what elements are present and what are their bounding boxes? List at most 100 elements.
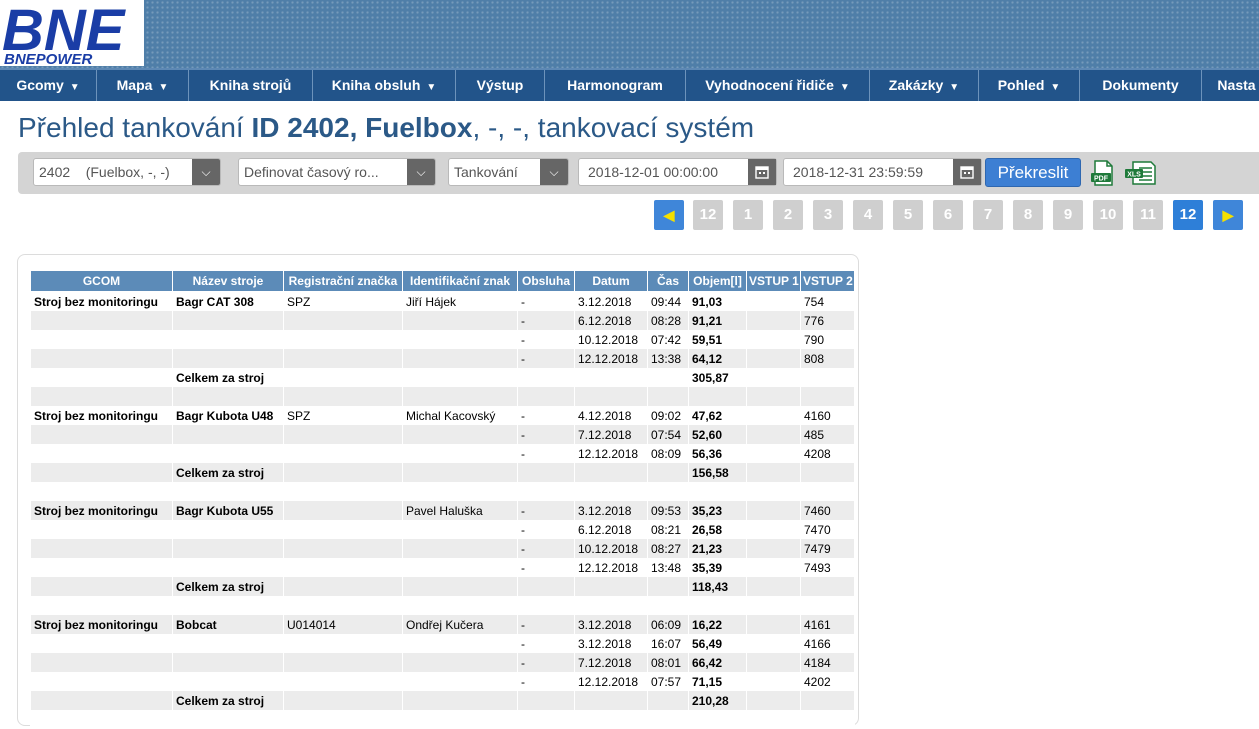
table-cell — [746, 520, 801, 539]
table-row: Celkem za stroj 305,87 — [30, 368, 855, 387]
column-header[interactable]: Obsluha — [517, 270, 575, 292]
table-cell: 12.12.2018 — [574, 444, 648, 463]
table-cell: 808 — [800, 349, 855, 368]
calendar-icon[interactable] — [748, 159, 776, 185]
table-cell: 07:54 — [647, 425, 689, 444]
next-page-arrow-icon[interactable]: ▶ — [1213, 200, 1243, 230]
page-2[interactable]: 2 — [773, 200, 803, 230]
nav-item-label: Mapa — [116, 77, 153, 93]
table-cell — [746, 710, 801, 729]
table-cell: 21,23 — [688, 539, 747, 558]
table-cell: - — [517, 520, 575, 539]
table-cell — [283, 558, 403, 577]
table-cell: 7460 — [800, 501, 855, 520]
column-header[interactable]: Objem[l] — [688, 270, 747, 292]
table-cell — [688, 596, 747, 615]
nav-item-1[interactable]: Mapa ▼ — [97, 70, 189, 101]
page-5[interactable]: 5 — [893, 200, 923, 230]
xls-export-icon[interactable]: XLS — [1124, 160, 1156, 191]
table-cell — [647, 691, 689, 710]
table-cell — [746, 330, 801, 349]
page-4[interactable]: 4 — [853, 200, 883, 230]
table-cell: 47,62 — [688, 406, 747, 425]
page-9[interactable]: 9 — [1053, 200, 1083, 230]
page-12[interactable]: 12 — [1173, 200, 1203, 230]
page-first[interactable]: 12 — [693, 200, 723, 230]
nav-item-label: Nasta — [1217, 77, 1256, 93]
table-cell — [746, 291, 801, 311]
column-header[interactable]: VSTUP 1 — [746, 270, 801, 292]
column-header[interactable]: Název stroje — [172, 270, 284, 292]
date-to-field[interactable]: 2018-12-31 23:59:59 — [783, 158, 982, 186]
table-row: Stroj bez monitoringu Bagr CAT 308 SPZ Jiří… — [30, 291, 855, 311]
table-cell — [402, 596, 518, 615]
page-10[interactable]: 10 — [1093, 200, 1123, 230]
table-cell — [800, 710, 855, 729]
column-header[interactable]: Čas — [647, 270, 689, 292]
page-6[interactable]: 6 — [933, 200, 963, 230]
chevron-down-icon[interactable]: ⌵ — [407, 159, 435, 185]
table-row: -10.12.2018 07:42 59,51 790 — [30, 330, 855, 349]
table-cell: 4160 — [800, 406, 855, 425]
nav-item-6[interactable]: Vyhodnocení řidiče ▼ — [686, 70, 870, 101]
table-row: Celkem za stroj 156,58 — [30, 463, 855, 482]
column-header[interactable]: VSTUP 2 — [800, 270, 855, 292]
table-cell — [30, 520, 173, 539]
type-select[interactable]: Tankování ⌵ — [448, 158, 569, 186]
nav-item-0[interactable]: Gcomy ▼ — [0, 70, 97, 101]
table-cell — [283, 482, 403, 501]
table-cell: Celkem za stroj — [172, 368, 284, 387]
date-from-field[interactable]: 2018-12-01 00:00:00 — [578, 158, 777, 186]
time-range-select[interactable]: Definovat časový ro... ⌵ — [238, 158, 436, 186]
table-cell — [574, 387, 648, 406]
nav-item-8[interactable]: Pohled ▼ — [979, 70, 1080, 101]
page-11[interactable]: 11 — [1133, 200, 1163, 230]
redraw-button[interactable]: Překreslit — [985, 158, 1081, 187]
table-row — [30, 596, 855, 615]
prev-page-arrow-icon[interactable]: ◀ — [654, 200, 684, 230]
bne-power-logo[interactable]: BNE BNEPOWER — [0, 0, 144, 66]
table-row — [30, 710, 855, 729]
type-select-value: Tankování — [454, 164, 518, 180]
table-cell — [800, 577, 855, 596]
table-cell — [800, 463, 855, 482]
table-cell: 12.12.2018 — [574, 349, 648, 368]
column-header[interactable]: GCOM — [30, 270, 173, 292]
table-cell: Bagr Kubota U55 — [172, 501, 284, 520]
column-header[interactable]: Identifikační znak — [402, 270, 518, 292]
table-cell — [746, 577, 801, 596]
table-cell: 71,15 — [688, 672, 747, 691]
table-cell — [30, 596, 173, 615]
unit-select[interactable]: 2402 (Fuelbox, -, -) ⌵ — [33, 158, 221, 186]
calendar-icon[interactable] — [953, 159, 981, 185]
nav-item-label: Dokumenty — [1102, 77, 1179, 93]
column-header[interactable]: Datum — [574, 270, 648, 292]
nav-item-9[interactable]: Dokumenty — [1080, 70, 1202, 101]
nav-item-10[interactable]: Nasta — [1202, 70, 1259, 101]
table-cell: Michal Kacovský — [402, 406, 518, 425]
nav-item-5[interactable]: Harmonogram — [545, 70, 686, 101]
page-1[interactable]: 1 — [733, 200, 763, 230]
table-row: Stroj bez monitoringu Bagr Kubota U48 SPZ M… — [30, 406, 855, 425]
chevron-down-icon[interactable]: ⌵ — [540, 159, 568, 185]
column-header[interactable]: Registrační značka — [283, 270, 403, 292]
chevron-down-icon[interactable]: ⌵ — [192, 159, 220, 185]
table-cell — [574, 482, 648, 501]
table-cell: Jiří Hájek — [402, 291, 518, 311]
table-cell — [172, 349, 284, 368]
page-7[interactable]: 7 — [973, 200, 1003, 230]
nav-item-2[interactable]: Kniha strojů — [189, 70, 313, 101]
page-3[interactable]: 3 — [813, 200, 843, 230]
table-cell — [172, 520, 284, 539]
nav-item-4[interactable]: Výstup — [456, 70, 545, 101]
table-cell — [402, 482, 518, 501]
nav-item-7[interactable]: Zakázky ▼ — [870, 70, 979, 101]
table-cell: Stroj bez monitoringu — [30, 406, 173, 425]
table-cell: 16,22 — [688, 615, 747, 634]
table-cell — [746, 387, 801, 406]
pdf-export-icon[interactable]: PDF — [1090, 160, 1116, 191]
nav-item-3[interactable]: Kniha obsluh ▼ — [313, 70, 456, 101]
table-cell — [30, 368, 173, 387]
table-cell: 3.12.2018 — [574, 634, 648, 653]
page-8[interactable]: 8 — [1013, 200, 1043, 230]
